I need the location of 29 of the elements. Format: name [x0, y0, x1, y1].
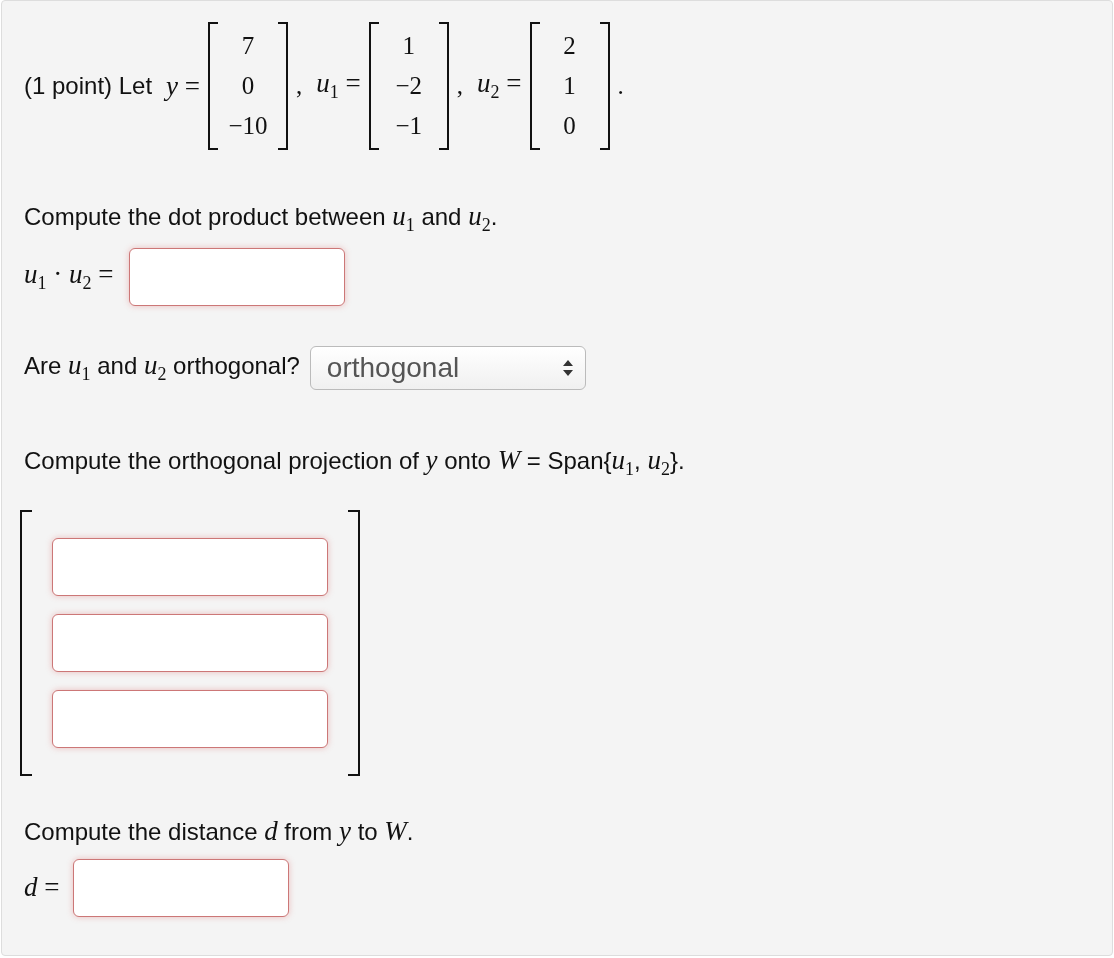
punctuation: , — [296, 72, 303, 100]
vector-entry: 0 — [241, 71, 255, 101]
question-text: Compute the orthogonal projection of y onto W = Span{u$_{1}$, u$_{2}$}. — [24, 444, 686, 480]
punctuation: . — [617, 72, 624, 100]
vector-entry: −10 — [228, 111, 268, 141]
vector-entry: 1 — [563, 71, 576, 101]
question-text: Compute the distance d from y to W. — [24, 815, 415, 847]
vector-entry: −1 — [395, 111, 423, 141]
punctuation: , — [456, 72, 464, 100]
vector-entry: 0 — [563, 111, 576, 141]
vector-label: y = — [166, 70, 201, 102]
vector-label: u$_{2}$ = — [477, 68, 522, 104]
answer-field[interactable] — [52, 537, 328, 596]
answer-dropdown[interactable]: orthogonal — [309, 345, 586, 390]
answer-field[interactable] — [129, 247, 346, 306]
vector-label: u$_{1}$ = — [316, 68, 361, 104]
vector-entry: 7 — [241, 31, 255, 61]
question-text: Compute the dot product between u$_{1}$ and u$_{2}$. — [24, 201, 499, 236]
question-text: Are u$_{1}$ and u$_{2}$ orthogonal? — [24, 350, 300, 386]
answer-field[interactable] — [52, 613, 328, 672]
vector-entry: −2 — [395, 71, 423, 101]
problem-intro: (1 point) Let — [24, 72, 153, 100]
answer-label: d = — [24, 872, 60, 904]
answer-field[interactable] — [73, 858, 290, 917]
vector-entry: 1 — [402, 31, 416, 61]
answer-field[interactable] — [52, 689, 328, 748]
dropdown-arrows-icon — [562, 359, 573, 376]
vector-entry: 2 — [563, 31, 576, 61]
answer-label: u$_{1}$ · u$_{2}$ = — [24, 259, 114, 295]
